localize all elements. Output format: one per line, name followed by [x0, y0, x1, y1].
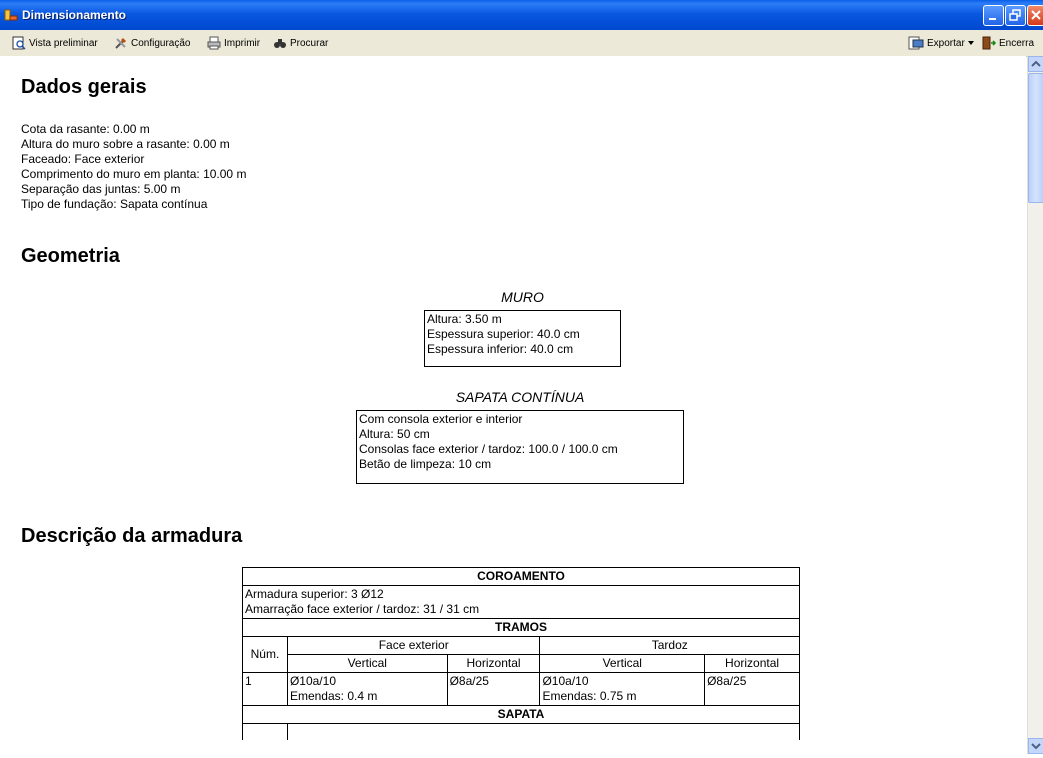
tardoz-header: Tardoz [539, 636, 800, 655]
search-label: Procurar [290, 37, 329, 49]
table-row [242, 723, 801, 740]
muro-line: Espessura inferior: 40.0 cm [427, 342, 574, 356]
armadura-table: COROAMENTO Armadura superior: 3 Ø12 Amar… [242, 567, 801, 740]
close-button[interactable] [1027, 5, 1043, 26]
print-button[interactable]: Imprimir [207, 36, 260, 50]
td-emendas-value: Emendas: 0.75 m [542, 689, 637, 703]
info-line: Altura do muro sobre a rasante: 0.00 m [21, 137, 230, 151]
tools-icon [115, 38, 126, 49]
coroamento-cell: Armadura superior: 3 Ø12 Amarração face … [242, 585, 800, 619]
printer-icon [207, 36, 221, 50]
table-row: COROAMENTO [242, 567, 800, 586]
app-icon [4, 9, 18, 21]
sapata-caption: SAPATA CONTÍNUA [455, 389, 585, 405]
face-exterior-header: Face exterior [286, 636, 541, 655]
row-num: 1 [242, 672, 288, 706]
section-title-dados-gerais: Dados gerais [21, 76, 147, 98]
maximize-button[interactable] [1005, 5, 1026, 26]
coroamento-header: COROAMENTO [242, 567, 800, 586]
dropdown-arrow-icon [967, 41, 974, 45]
table-row: 1 Ø10a/10 Emendas: 0.4 m Ø8a/25 Ø10a/10 … [242, 672, 800, 706]
sapata-box: Com consola exterior e interior Altura: … [356, 410, 684, 484]
td-vertical-value: Ø10a/10 [542, 674, 589, 688]
table-row: Vertical Horizontal Vertical Horizontal [243, 654, 800, 673]
vertical-scrollbar[interactable] [1027, 56, 1043, 754]
report-view: Dados gerais Cota da rasante: 0.00 m Alt… [0, 56, 1026, 754]
chevron-up-icon [1031, 60, 1041, 67]
scroll-down-button[interactable] [1028, 738, 1043, 754]
muro-line: Espessura superior: 40.0 cm [427, 327, 580, 341]
muro-caption: MURO [501, 289, 544, 305]
coroamento-line: Amarração face exterior / tardoz: 31 / 3… [245, 602, 480, 616]
print-label: Imprimir [224, 37, 261, 49]
muro-line: Altura: 3.50 m [427, 312, 502, 326]
exit-button[interactable]: Encerra [982, 36, 1034, 50]
td-horizontal-value: Ø8a/25 [704, 672, 800, 706]
close-icon [1031, 10, 1041, 20]
fe-vertical-cell: Ø10a/10 Emendas: 0.4 m [286, 672, 448, 706]
table-row: Núm. Face exterior Tardoz [242, 636, 800, 673]
section-title-geometria: Geometria [21, 245, 120, 267]
preview-label: Vista preliminar [29, 37, 98, 49]
td-vertical-header: Vertical [539, 654, 706, 673]
toolbar: Vista preliminar Configuração Imprimir P… [0, 30, 1043, 57]
sapata-line: Betão de limpeza: 10 cm [359, 457, 492, 471]
info-line: Tipo de fundação: Sapata contínua [21, 197, 208, 211]
table-row: TRAMOS [242, 618, 800, 637]
preview-button[interactable]: Vista preliminar [12, 36, 98, 50]
table-row: SAPATA [242, 705, 800, 724]
muro-box: Altura: 3.50 m Espessura superior: 40.0 … [424, 310, 621, 367]
search-button[interactable]: Procurar [273, 36, 328, 50]
fe-vertical-header: Vertical [286, 654, 448, 673]
info-line: Separação das juntas: 5.00 m [21, 182, 181, 196]
info-line: Faceado: Face exterior [21, 152, 145, 166]
sapata-line: Com consola exterior e interior [359, 412, 523, 426]
sapata-table-header: SAPATA [242, 705, 800, 724]
scroll-thumb[interactable] [1028, 73, 1043, 203]
sapata-line: Consolas face exterior / tardoz: 100.0 /… [359, 442, 618, 456]
title-bar: Dimensionamento [0, 0, 1043, 30]
td-vertical-cell: Ø10a/10 Emendas: 0.75 m [539, 672, 706, 706]
fe-vertical-value: Ø10a/10 [289, 674, 336, 688]
info-line: Comprimento do muro em planta: 10.00 m [21, 167, 247, 181]
export-icon [908, 36, 924, 50]
binoculars-icon [274, 39, 286, 48]
exit-icon [982, 36, 996, 50]
minimize-icon [989, 18, 996, 20]
col-num-header: Núm. [242, 636, 288, 673]
export-button[interactable]: Exportar [908, 36, 974, 50]
td-horizontal-header: Horizontal [704, 654, 800, 673]
tramos-header: TRAMOS [242, 618, 800, 637]
sapata-line: Altura: 50 cm [359, 427, 430, 441]
preview-icon [12, 36, 26, 50]
config-label: Configuração [131, 37, 191, 49]
table-cell [242, 723, 288, 740]
window-title: Dimensionamento [22, 8, 127, 22]
chevron-down-icon [1031, 743, 1041, 750]
fe-emendas-value: Emendas: 0.4 m [289, 689, 378, 703]
fe-horizontal-value: Ø8a/25 [446, 672, 541, 706]
table-cell [286, 723, 801, 740]
scroll-up-button[interactable] [1028, 56, 1043, 72]
config-button[interactable]: Configuração [114, 36, 190, 50]
table-row: Armadura superior: 3 Ø12 Amarração face … [242, 585, 800, 619]
section-title-armadura: Descrição da armadura [21, 525, 243, 547]
coroamento-line: Armadura superior: 3 Ø12 [245, 587, 384, 601]
info-line: Cota da rasante: 0.00 m [21, 122, 150, 136]
restore-icon [1009, 9, 1021, 21]
fe-horizontal-header: Horizontal [446, 654, 541, 673]
export-label: Exportar [927, 37, 965, 49]
exit-label: Encerra [999, 37, 1035, 49]
minimize-button[interactable] [983, 5, 1004, 26]
